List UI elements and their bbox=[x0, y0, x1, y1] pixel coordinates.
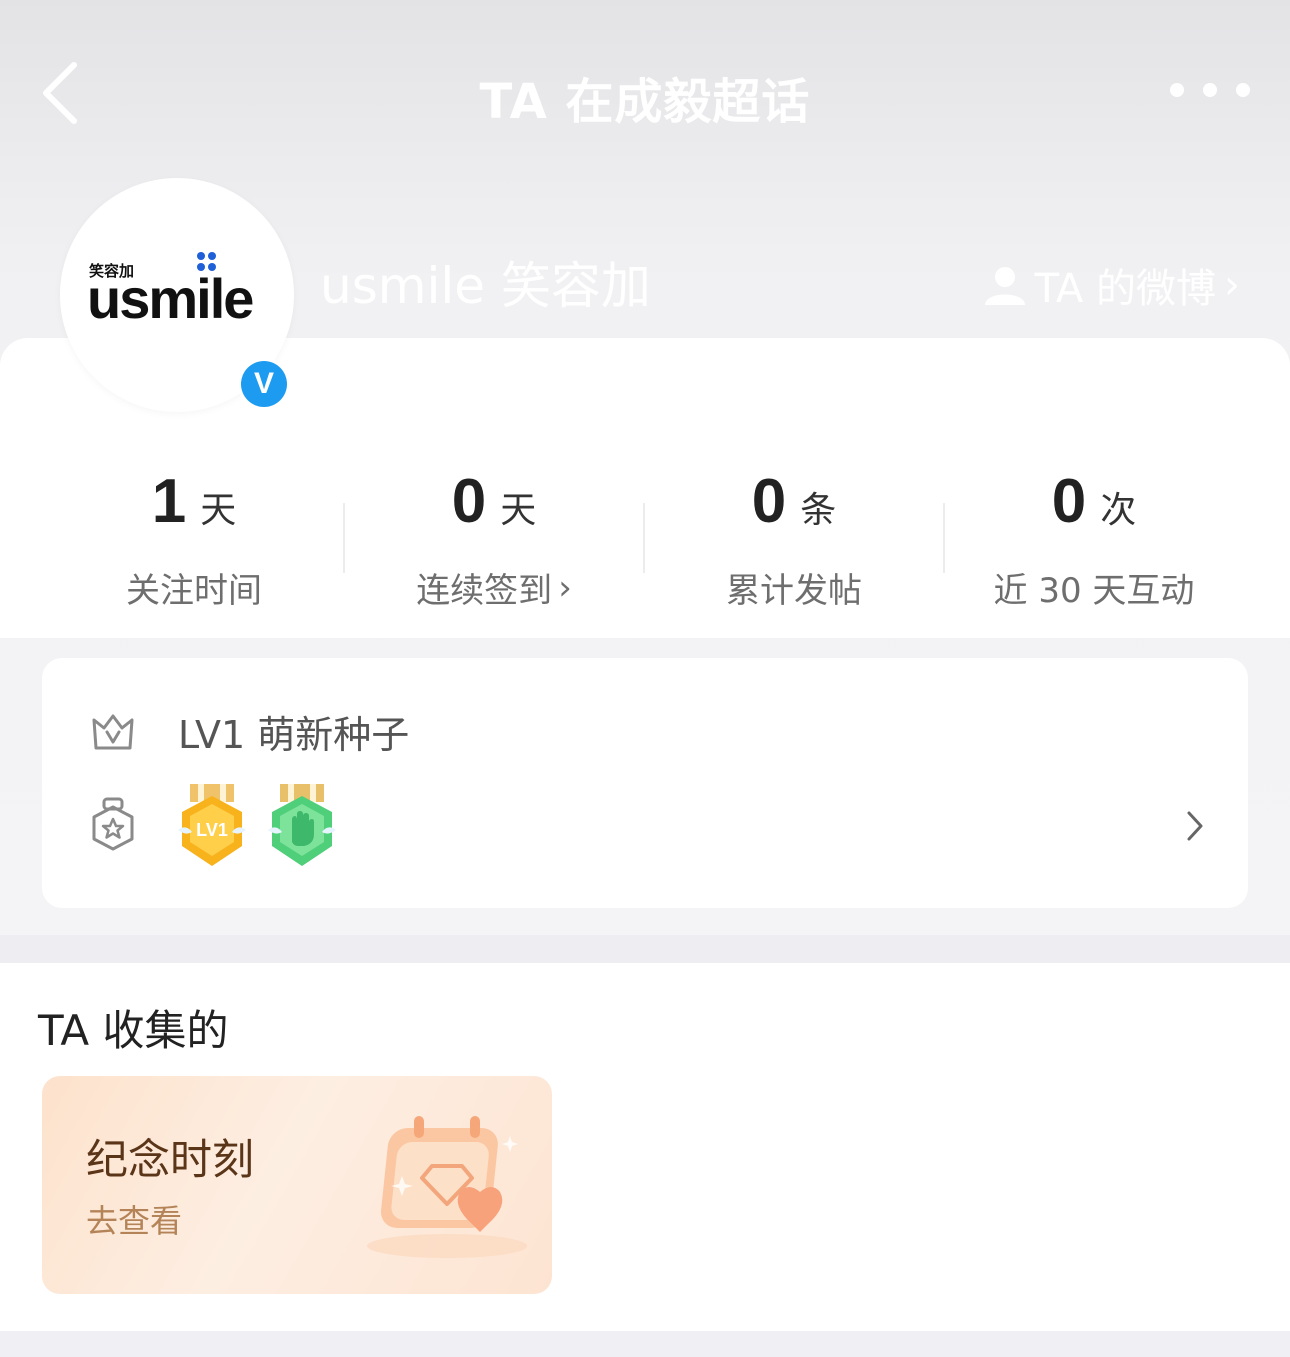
badge-icon-wrap bbox=[90, 797, 136, 857]
crown-v-icon bbox=[92, 714, 134, 749]
chevron-right-icon bbox=[1187, 811, 1203, 841]
logo-main-text: usmile bbox=[87, 267, 254, 330]
collect-title: TA 收集的 bbox=[38, 1006, 229, 1055]
more-button[interactable] bbox=[1170, 70, 1250, 110]
more-dots-icon bbox=[1170, 83, 1184, 97]
section-divider bbox=[0, 935, 1290, 963]
stat-value: 1 bbox=[151, 467, 187, 536]
nav-bar: TA 在成毅超话 bbox=[0, 40, 1290, 150]
page-title: TA 在成毅超话 bbox=[479, 74, 811, 130]
usmile-logo: 笑容加 usmile bbox=[87, 252, 267, 330]
stat-unit: 天 bbox=[500, 490, 537, 531]
weibo-link[interactable]: TA 的微博 › bbox=[983, 256, 1240, 314]
lv1-medal[interactable]: LV1 bbox=[176, 784, 248, 870]
calendar-heart-icon bbox=[367, 1116, 527, 1258]
weibo-link-label: TA 的微博 bbox=[1034, 266, 1216, 312]
stat-unit: 天 bbox=[200, 490, 237, 531]
verified-badge: V bbox=[238, 358, 290, 410]
level-text: LV1 萌新种子 bbox=[178, 713, 410, 757]
badge-row: LV1 bbox=[90, 784, 356, 870]
chevron-right-icon: › bbox=[1224, 262, 1240, 308]
stat-posts: 0 条 累计发帖 bbox=[644, 466, 944, 612]
stat-value: 0 bbox=[751, 467, 787, 536]
person-icon bbox=[984, 267, 1025, 305]
card-title: 纪念时刻 bbox=[86, 1135, 255, 1184]
stat-checkin[interactable]: 0 天 连续签到 › bbox=[344, 466, 644, 612]
logo-dots-icon bbox=[197, 252, 219, 274]
card-link[interactable]: 去查看 bbox=[86, 1196, 182, 1242]
stat-value: 0 bbox=[1051, 467, 1087, 536]
collect-section: TA 收集的 纪念时刻 去查看 bbox=[0, 963, 1290, 1331]
level-card[interactable]: LV1 萌新种子 LV1 bbox=[42, 658, 1248, 908]
verified-v-icon: V bbox=[241, 361, 287, 407]
stat-unit: 条 bbox=[800, 490, 837, 531]
stat-label: 连续签到 bbox=[416, 571, 553, 611]
hand-medal[interactable] bbox=[266, 784, 338, 870]
badge-star-icon bbox=[92, 797, 134, 851]
more-dot bbox=[1203, 83, 1217, 97]
stat-follow-time: 1 天 关注时间 bbox=[44, 466, 344, 612]
stat-interactions: 0 次 近 30 天互动 bbox=[944, 466, 1244, 612]
user-name: usmile 笑容加 bbox=[320, 257, 651, 315]
memorial-moment-card[interactable]: 纪念时刻 去查看 bbox=[42, 1076, 552, 1294]
stat-unit: 次 bbox=[1100, 490, 1137, 531]
bottom-divider bbox=[0, 1331, 1290, 1357]
more-dot bbox=[1236, 83, 1250, 97]
level-row: LV1 萌新种子 bbox=[90, 704, 409, 759]
stat-value: 0 bbox=[451, 467, 487, 536]
stat-label: 关注时间 bbox=[126, 571, 262, 611]
stat-label: 累计发帖 bbox=[726, 571, 862, 611]
lv1-medal-text: LV1 bbox=[196, 820, 228, 840]
stat-label: 近 30 天互动 bbox=[993, 571, 1195, 611]
chevron-right-icon: › bbox=[558, 567, 572, 608]
